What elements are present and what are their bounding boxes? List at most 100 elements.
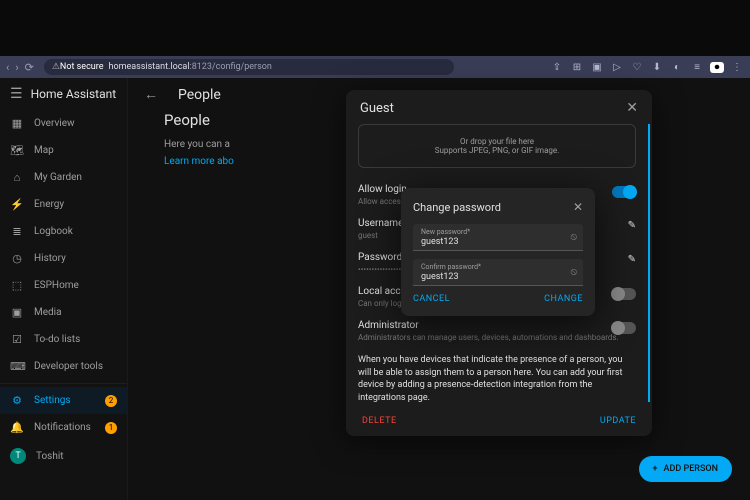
cast-icon[interactable]: ▣ <box>590 62 604 73</box>
close-icon[interactable]: ✕ <box>626 100 638 116</box>
sidebar-item-map[interactable]: 🗺 Map <box>0 137 127 164</box>
sidebar-item-settings[interactable]: ⚙ Settings 2 <box>0 387 127 414</box>
play-icon[interactable]: ▷ <box>610 62 624 73</box>
forward-icon[interactable]: › <box>15 61 18 74</box>
upload-line1: Or drop your file here <box>460 137 534 146</box>
new-password-field[interactable]: New password* guest123 ⦸ <box>413 224 583 251</box>
sidebar-item-label: Overview <box>34 118 75 129</box>
media-icon: ▣ <box>10 306 24 319</box>
energy-icon: ⚡ <box>10 198 24 211</box>
url-path: :8123/config/person <box>190 62 272 72</box>
new-password-label: New password* <box>421 228 575 236</box>
sidebar-item-to-do-lists[interactable]: ☑ To-do lists <box>0 326 127 353</box>
upload-dropzone[interactable]: Or drop your file here Supports JPEG, PN… <box>358 124 636 168</box>
sidebar: ☰ Home Assistant ▦ Overview 🗺 Map ⌂ My Garden… <box>0 78 128 500</box>
url-host: homeassistant.local <box>108 62 189 72</box>
add-person-button[interactable]: + ADD PERSON <box>639 456 732 482</box>
sidebar-header: ☰ Home Assistant <box>0 78 127 110</box>
admin-toggle[interactable] <box>612 322 636 334</box>
sidebar-item-overview[interactable]: ▦ Overview <box>0 110 127 137</box>
record-icon[interactable]: ⏺ <box>710 62 724 73</box>
edit-password-icon[interactable]: ✎ <box>628 254 636 265</box>
dialog-close-icon[interactable]: ✕ <box>573 200 583 214</box>
learn-more-link[interactable]: Learn more abo <box>164 156 234 167</box>
sidebar-item-label: Map <box>34 145 54 156</box>
presence-info: When you have devices that indicate the … <box>358 354 636 402</box>
sidebar-item-esphome[interactable]: ⬚ ESPHome <box>0 272 127 299</box>
drawer-title: Guest <box>360 101 394 116</box>
developer-tools-icon: ⌨ <box>10 360 24 373</box>
hamburger-icon[interactable]: ☰ <box>10 86 23 102</box>
new-password-value: guest123 <box>421 237 575 247</box>
sidebar-item-history[interactable]: ◷ History <box>0 245 127 272</box>
admin-sub: Administrators can manage users, devices… <box>358 333 636 342</box>
visibility-off-icon[interactable]: ⦸ <box>570 232 577 243</box>
ext-icon[interactable]: ⊞ <box>570 62 584 73</box>
cancel-button[interactable]: CANCEL <box>413 294 450 304</box>
sidebar-item-developer-tools[interactable]: ⌨ Developer tools <box>0 353 127 380</box>
sidebar-item-label: Developer tools <box>34 361 103 372</box>
confirm-password-label: Confirm password* <box>421 263 575 271</box>
dialog-title: Change password <box>413 201 501 214</box>
history-icon: ◷ <box>10 252 24 265</box>
confirm-password-field[interactable]: Confirm password* guest123 ⦸ <box>413 259 583 286</box>
security-label: Not secure <box>60 62 104 72</box>
to-do-lists-icon: ☑ <box>10 333 24 346</box>
badge: 2 <box>105 395 117 407</box>
sidebar-item-label: Toshit <box>36 451 64 462</box>
sidebar-item-my-garden[interactable]: ⌂ My Garden <box>0 164 127 191</box>
sidebar-item-energy[interactable]: ⚡ Energy <box>0 191 127 218</box>
visibility-off-icon[interactable]: ⦸ <box>570 267 577 278</box>
badge: 1 <box>105 422 117 434</box>
sidebar-item-label: History <box>34 253 66 264</box>
plus-icon: + <box>653 464 658 474</box>
overview-icon: ▦ <box>10 117 24 130</box>
sidebar-item-label: Media <box>34 307 62 318</box>
edit-username-icon[interactable]: ✎ <box>628 220 636 231</box>
sidebar-item-label: To-do lists <box>34 334 80 345</box>
sidebar-item-media[interactable]: ▣ Media <box>0 299 127 326</box>
admin-label: Administrator <box>358 320 636 331</box>
change-button[interactable]: CHANGE <box>544 294 583 304</box>
update-button[interactable]: UPDATE <box>600 416 636 426</box>
download-icon[interactable]: ⬇ <box>650 62 664 73</box>
my-garden-icon: ⌂ <box>10 171 24 184</box>
settings-icon: ⚙ <box>10 394 24 407</box>
share-icon[interactable]: ⇪ <box>550 62 564 73</box>
sidebar-item-logbook[interactable]: ≣ Logbook <box>0 218 127 245</box>
esphome-icon: ⬚ <box>10 279 24 292</box>
notifications-icon: 🔔 <box>10 421 24 434</box>
sidebar-item-toshit[interactable]: T Toshit <box>0 441 127 471</box>
change-password-dialog: Change password ✕ New password* guest123… <box>401 188 595 316</box>
back-icon[interactable]: ‹ <box>6 61 9 74</box>
page-title: People <box>178 87 221 103</box>
sidebar-item-label: My Garden <box>34 172 82 183</box>
delete-button[interactable]: DELETE <box>362 416 397 426</box>
confirm-password-value: guest123 <box>421 272 575 282</box>
sidebar-item-label: Energy <box>34 199 64 210</box>
map-icon: 🗺 <box>10 144 24 157</box>
local-access-toggle[interactable] <box>612 288 636 300</box>
toshit-icon: T <box>10 448 26 464</box>
sidebar-item-label: Logbook <box>34 226 73 237</box>
fab-label: ADD PERSON <box>664 464 718 474</box>
reload-icon[interactable]: ⟳ <box>25 61 34 74</box>
app-title: Home Assistant <box>31 87 117 101</box>
list-icon[interactable]: ≡ <box>690 62 704 73</box>
back-arrow-icon[interactable]: ← <box>144 86 158 103</box>
address-bar[interactable]: ⚠ Not secure homeassistant.local :8123/c… <box>44 59 454 75</box>
page-hint: Here you can a <box>164 139 230 150</box>
sidebar-item-label: ESPHome <box>34 280 79 291</box>
sidebar-item-notifications[interactable]: 🔔 Notifications 1 <box>0 414 127 441</box>
sidebar-item-label: Notifications <box>34 422 91 433</box>
warning-icon: ⚠ <box>52 62 60 72</box>
main: ← People People Here you can a Learn mor… <box>128 78 750 500</box>
logbook-icon: ≣ <box>10 225 24 238</box>
sidebar-item-label: Settings <box>34 395 71 406</box>
toggle-icon[interactable]: ◐ <box>670 62 684 73</box>
allow-login-toggle[interactable] <box>612 186 636 198</box>
upload-line2: Supports JPEG, PNG, or GIF image. <box>435 146 560 155</box>
heart-icon[interactable]: ♡ <box>630 62 644 73</box>
browser-actions: ⇪ ⊞ ▣ ▷ ♡ ⬇ ◐ ≡ ⏺ ⋮ <box>550 62 744 73</box>
menu-icon[interactable]: ⋮ <box>730 62 744 73</box>
